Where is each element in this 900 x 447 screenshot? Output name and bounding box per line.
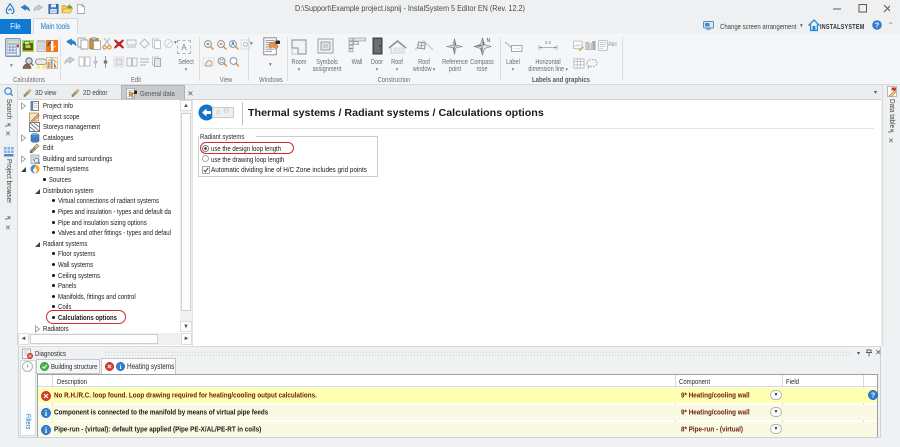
svg-text:i: i (120, 364, 122, 371)
svg-text:2.0: 2.0 (545, 40, 551, 45)
svg-text:?: ? (871, 393, 875, 400)
svg-text:N: N (487, 38, 491, 44)
svg-text:?: ? (875, 21, 880, 30)
